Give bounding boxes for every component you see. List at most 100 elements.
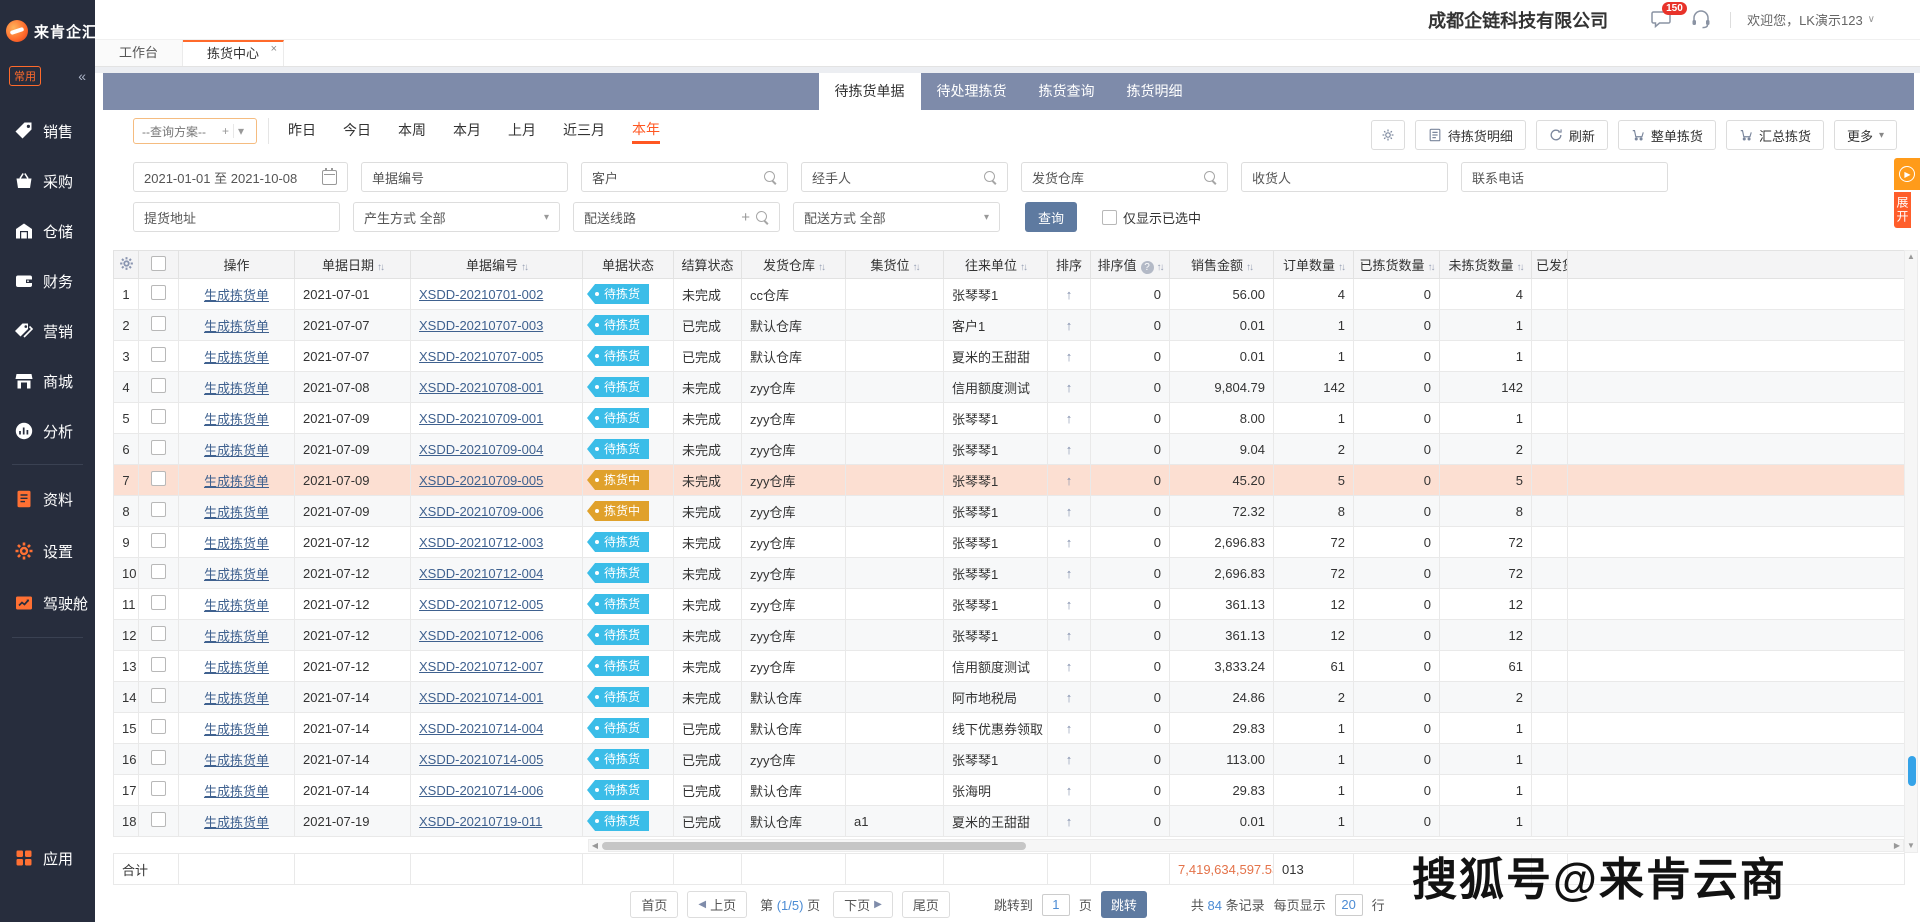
- sort-icon[interactable]: ↑↓: [1338, 262, 1344, 273]
- sidebar-item[interactable]: 营销: [0, 306, 95, 356]
- order-no-link[interactable]: XSDD-20210714-005: [419, 752, 543, 767]
- more-button[interactable]: 更多 ▾: [1834, 120, 1897, 150]
- generate-pick-link[interactable]: 生成拣货单: [204, 350, 269, 365]
- close-icon[interactable]: ×: [271, 42, 277, 56]
- quick-range[interactable]: 昨日: [288, 120, 316, 142]
- row-checkbox[interactable]: [151, 595, 166, 610]
- sort-icon[interactable]: ↑↓: [1246, 262, 1252, 273]
- only-selected-checkbox[interactable]: [1102, 210, 1117, 225]
- generate-pick-link[interactable]: 生成拣货单: [204, 536, 269, 551]
- jump-button[interactable]: 跳转: [1101, 891, 1147, 918]
- sort-icon[interactable]: ↑↓: [1020, 262, 1026, 273]
- first-page-button[interactable]: 首页: [630, 891, 678, 918]
- up-arrow-icon[interactable]: ↑: [1066, 783, 1073, 798]
- sidebar-item[interactable]: 资料: [0, 473, 95, 525]
- quick-range[interactable]: 本年: [632, 119, 660, 144]
- headset-icon[interactable]: [1690, 9, 1714, 31]
- scroll-down-icon[interactable]: ▼: [1905, 840, 1917, 852]
- order-no-link[interactable]: XSDD-20210714-001: [419, 690, 543, 705]
- up-arrow-icon[interactable]: ↑: [1066, 318, 1073, 333]
- handler-input[interactable]: 经手人: [801, 162, 1008, 192]
- row-checkbox[interactable]: [151, 347, 166, 362]
- summary-pick-button[interactable]: 汇总拣货: [1726, 120, 1824, 150]
- order-no-link[interactable]: XSDD-20210709-001: [419, 411, 543, 426]
- row-checkbox[interactable]: [151, 316, 166, 331]
- row-checkbox[interactable]: [151, 657, 166, 672]
- up-arrow-icon[interactable]: ↑: [1066, 597, 1073, 612]
- up-arrow-icon[interactable]: ↑: [1066, 411, 1073, 426]
- generate-pick-link[interactable]: 生成拣货单: [204, 505, 269, 520]
- pickup-address-input[interactable]: 提货地址: [133, 202, 340, 232]
- row-checkbox[interactable]: [151, 626, 166, 641]
- order-no-link[interactable]: XSDD-20210701-002: [419, 287, 543, 302]
- order-no-link[interactable]: XSDD-20210719-011: [419, 814, 542, 829]
- row-checkbox[interactable]: [151, 378, 166, 393]
- up-arrow-icon[interactable]: ↑: [1066, 814, 1073, 829]
- generate-pick-link[interactable]: 生成拣货单: [204, 412, 269, 427]
- generate-pick-link[interactable]: 生成拣货单: [204, 443, 269, 458]
- order-no-link[interactable]: XSDD-20210712-006: [419, 628, 543, 643]
- generate-pick-link[interactable]: 生成拣货单: [204, 288, 269, 303]
- sidebar-item[interactable]: 仓储: [0, 206, 95, 256]
- sidebar-item[interactable]: 分析: [0, 406, 95, 456]
- sidebar-item[interactable]: 设置: [0, 525, 95, 577]
- row-checkbox[interactable]: [151, 750, 166, 765]
- help-icon[interactable]: ?: [1141, 261, 1154, 274]
- jump-page-input[interactable]: [1042, 894, 1070, 916]
- receiver-input[interactable]: 收货人: [1241, 162, 1448, 192]
- prev-page-button[interactable]: ◀上页: [687, 891, 747, 918]
- up-arrow-icon[interactable]: ↑: [1066, 473, 1073, 488]
- generate-pick-link[interactable]: 生成拣货单: [204, 660, 269, 675]
- order-no-link[interactable]: XSDD-20210708-001: [419, 380, 543, 395]
- search-button[interactable]: 查询: [1025, 202, 1077, 232]
- order-no-link[interactable]: XSDD-20210707-003: [419, 318, 543, 333]
- sidebar-item[interactable]: 采购: [0, 156, 95, 206]
- generate-pick-link[interactable]: 生成拣货单: [204, 381, 269, 396]
- order-no-link[interactable]: XSDD-20210712-005: [419, 597, 543, 612]
- up-arrow-icon[interactable]: ↑: [1066, 659, 1073, 674]
- order-no-link[interactable]: XSDD-20210714-004: [419, 721, 543, 736]
- order-no-input[interactable]: 单据编号: [361, 162, 568, 192]
- last-page-button[interactable]: 尾页: [902, 891, 950, 918]
- up-arrow-icon[interactable]: ↑: [1066, 566, 1073, 581]
- generate-pick-link[interactable]: 生成拣货单: [204, 722, 269, 737]
- generate-pick-link[interactable]: 生成拣货单: [204, 815, 269, 830]
- order-no-link[interactable]: XSDD-20210709-005: [419, 473, 543, 488]
- favorites-tag[interactable]: 常用: [9, 66, 41, 86]
- up-arrow-icon[interactable]: ↑: [1066, 752, 1073, 767]
- warehouse-input[interactable]: 发货仓库: [1021, 162, 1228, 192]
- sort-icon[interactable]: ↑↓: [521, 262, 527, 273]
- window-tab[interactable]: 拣货中心×: [183, 40, 284, 66]
- scroll-left-icon[interactable]: ◀: [589, 840, 601, 851]
- row-checkbox[interactable]: [151, 285, 166, 300]
- next-page-button[interactable]: 下页▶: [833, 891, 893, 918]
- sidebar-item[interactable]: 商城: [0, 356, 95, 406]
- add-icon[interactable]: +: [741, 210, 750, 225]
- order-no-link[interactable]: XSDD-20210712-004: [419, 566, 543, 581]
- generate-pick-link[interactable]: 生成拣货单: [204, 598, 269, 613]
- order-no-link[interactable]: XSDD-20210712-003: [419, 535, 543, 550]
- row-checkbox[interactable]: [151, 688, 166, 703]
- create-mode-select[interactable]: 产生方式 全部 ▾: [353, 202, 560, 232]
- date-range-picker[interactable]: 2021-01-01 至 2021-10-08: [133, 162, 348, 192]
- page-size-input[interactable]: [1335, 894, 1363, 916]
- row-checkbox[interactable]: [151, 781, 166, 796]
- messages-icon[interactable]: 150: [1650, 9, 1674, 31]
- quick-range[interactable]: 本周: [398, 120, 426, 142]
- scroll-up-icon[interactable]: ▲: [1905, 251, 1917, 263]
- sidebar-collapse-icon[interactable]: «: [78, 68, 86, 84]
- row-checkbox[interactable]: [151, 719, 166, 734]
- up-arrow-icon[interactable]: ↑: [1066, 504, 1073, 519]
- up-arrow-icon[interactable]: ↑: [1066, 535, 1073, 550]
- select-all-checkbox[interactable]: [151, 256, 166, 271]
- quick-range[interactable]: 上月: [508, 120, 536, 142]
- chevron-down-icon[interactable]: ▾: [234, 124, 248, 138]
- row-checkbox[interactable]: [151, 564, 166, 579]
- horizontal-scrollbar[interactable]: ◀ ▶: [588, 839, 1904, 852]
- order-no-link[interactable]: XSDD-20210707-005: [419, 349, 543, 364]
- delivery-mode-select[interactable]: 配送方式 全部 ▾: [793, 202, 1000, 232]
- quick-range[interactable]: 本月: [453, 120, 481, 142]
- generate-pick-link[interactable]: 生成拣货单: [204, 784, 269, 799]
- table-settings-button[interactable]: [1371, 120, 1405, 150]
- add-plan-icon[interactable]: +: [218, 124, 233, 138]
